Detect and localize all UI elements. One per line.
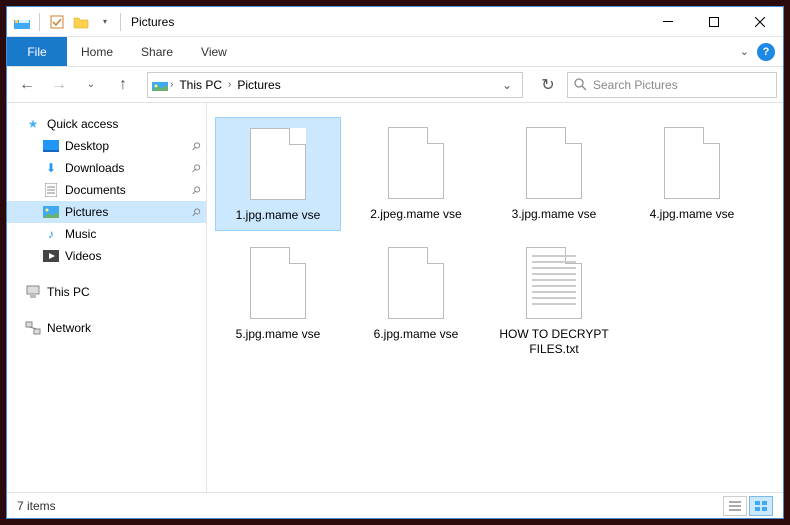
explorer-window: ▾ Pictures File Home Share View ⌄ ? ← → … — [6, 6, 784, 519]
icons-view-button[interactable] — [749, 496, 773, 516]
maximize-button[interactable] — [691, 7, 737, 37]
file-name: 1.jpg.mame vse — [236, 208, 321, 224]
qat-dropdown-icon[interactable]: ▾ — [94, 11, 116, 33]
file-name: 4.jpg.mame vse — [650, 207, 735, 223]
details-view-button[interactable] — [723, 496, 747, 516]
properties-icon[interactable] — [46, 11, 68, 33]
body: ★ Quick access Desktop⚲ ⬇ Downloads⚲ Doc… — [7, 103, 783, 492]
file-item[interactable]: 4.jpg.mame vse — [629, 117, 755, 231]
item-count: 7 items — [17, 499, 56, 513]
status-bar: 7 items — [7, 492, 783, 518]
blank-file-icon — [380, 243, 452, 323]
pictures-icon — [43, 204, 59, 220]
blank-file-icon — [380, 123, 452, 203]
up-button[interactable]: ↑ — [109, 71, 137, 99]
downloads-icon: ⬇ — [43, 160, 59, 176]
pin-icon: ⚲ — [189, 183, 204, 198]
text-file-icon — [518, 243, 590, 323]
blank-file-icon — [242, 124, 314, 204]
pin-icon: ⚲ — [189, 205, 204, 220]
file-item[interactable]: 1.jpg.mame vse — [215, 117, 341, 231]
videos-icon — [43, 248, 59, 264]
blank-file-icon — [656, 123, 728, 203]
sidebar-item-videos[interactable]: Videos — [7, 245, 206, 267]
search-input[interactable]: Search Pictures — [567, 72, 777, 98]
file-item[interactable]: 2.jpeg.mame vse — [353, 117, 479, 231]
navigation-bar: ← → ⌄ ↑ › This PC › Pictures ⌄ ↻ Search … — [7, 67, 783, 103]
search-placeholder: Search Pictures — [593, 78, 678, 92]
breadcrumb-root[interactable]: This PC — [175, 78, 226, 92]
home-tab[interactable]: Home — [67, 37, 127, 66]
file-name: 2.jpeg.mame vse — [370, 207, 461, 223]
address-bar[interactable]: › This PC › Pictures ⌄ — [147, 72, 523, 98]
titlebar: ▾ Pictures — [7, 7, 783, 37]
chevron-right-icon[interactable]: › — [226, 79, 233, 90]
window-title: Pictures — [131, 15, 174, 29]
help-icon[interactable]: ? — [757, 43, 775, 61]
sidebar-item-downloads[interactable]: ⬇ Downloads⚲ — [7, 157, 206, 179]
desktop-icon — [43, 138, 59, 154]
network-icon — [25, 320, 41, 336]
pin-icon: ⚲ — [189, 139, 204, 154]
file-item[interactable]: 3.jpg.mame vse — [491, 117, 617, 231]
view-tab[interactable]: View — [187, 37, 241, 66]
sidebar-item-music[interactable]: ♪ Music — [7, 223, 206, 245]
window-controls — [645, 7, 783, 37]
file-item[interactable]: HOW TO DECRYPT FILES.txt — [491, 237, 617, 364]
file-item[interactable]: 5.jpg.mame vse — [215, 237, 341, 364]
sidebar-item-desktop[interactable]: Desktop⚲ — [7, 135, 206, 157]
file-item[interactable]: 6.jpg.mame vse — [353, 237, 479, 364]
back-button[interactable]: ← — [13, 71, 41, 99]
search-icon — [574, 78, 587, 91]
address-dropdown-icon[interactable]: ⌄ — [496, 78, 518, 92]
view-toggle — [723, 496, 773, 516]
file-tab[interactable]: File — [7, 37, 67, 66]
blank-file-icon — [242, 243, 314, 323]
quick-access-toolbar: ▾ — [7, 11, 116, 33]
quick-access-header[interactable]: ★ Quick access — [7, 113, 206, 135]
blank-file-icon — [518, 123, 590, 203]
forward-button[interactable]: → — [45, 71, 73, 99]
pin-icon: ⚲ — [189, 161, 204, 176]
breadcrumb-folder[interactable]: Pictures — [233, 78, 284, 92]
minimize-button[interactable] — [645, 7, 691, 37]
recent-dropdown-icon[interactable]: ⌄ — [77, 71, 105, 99]
file-name: 5.jpg.mame vse — [236, 327, 321, 343]
sidebar-item-pictures[interactable]: Pictures⚲ — [7, 201, 206, 223]
star-icon: ★ — [25, 116, 41, 132]
share-tab[interactable]: Share — [127, 37, 187, 66]
refresh-button[interactable]: ↻ — [533, 75, 563, 95]
this-pc-header[interactable]: This PC — [7, 281, 206, 303]
file-list[interactable]: 1.jpg.mame vse 2.jpeg.mame vse 3.jpg.mame … — [207, 103, 783, 492]
chevron-right-icon[interactable]: › — [168, 79, 175, 90]
close-button[interactable] — [737, 7, 783, 37]
ribbon-expand-icon[interactable]: ⌄ — [740, 45, 749, 58]
pictures-icon — [152, 77, 168, 93]
navigation-pane: ★ Quick access Desktop⚲ ⬇ Downloads⚲ Doc… — [7, 103, 207, 492]
file-name: HOW TO DECRYPT FILES.txt — [494, 327, 614, 358]
network-header[interactable]: Network — [7, 317, 206, 339]
documents-icon — [43, 182, 59, 198]
music-icon: ♪ — [43, 226, 59, 242]
file-name: 3.jpg.mame vse — [512, 207, 597, 223]
sidebar-item-documents[interactable]: Documents⚲ — [7, 179, 206, 201]
app-icon[interactable] — [11, 11, 33, 33]
ribbon-tabs: File Home Share View ⌄ ? — [7, 37, 783, 67]
new-folder-icon[interactable] — [70, 11, 92, 33]
file-name: 6.jpg.mame vse — [374, 327, 459, 343]
computer-icon — [25, 284, 41, 300]
